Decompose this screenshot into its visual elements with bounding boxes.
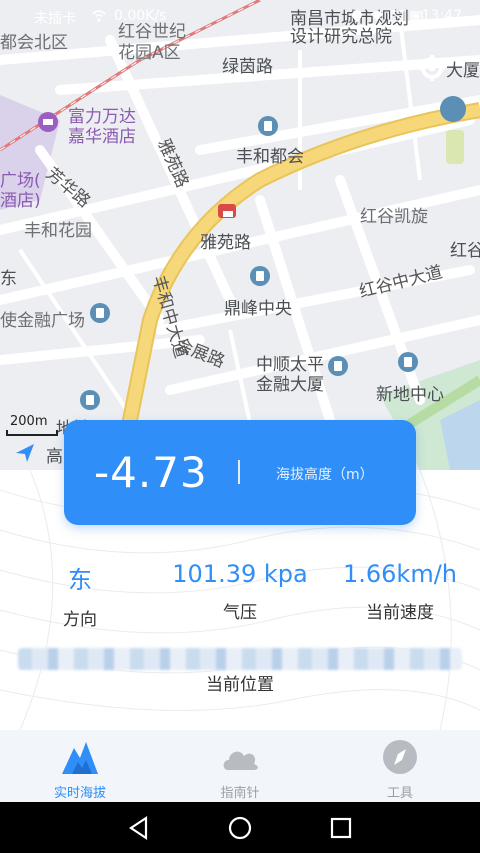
recents-icon[interactable] — [328, 815, 354, 841]
pressure-stat: 101.39 kpa 气压 — [160, 560, 320, 623]
building-icon — [250, 266, 270, 286]
map-label: 高 — [46, 447, 63, 467]
building-icon — [398, 352, 418, 372]
tab-label: 工具 — [386, 786, 413, 801]
speed-value: 1.66km/h — [342, 560, 457, 588]
map-label: 红谷 — [450, 241, 480, 261]
building-icon — [80, 390, 100, 410]
location-arrow-icon[interactable] — [14, 442, 36, 464]
map-label: 使金融广场 — [0, 311, 85, 331]
direction-stat: 东 方向 — [20, 560, 140, 630]
map-label: 丰和都会 — [236, 147, 304, 167]
cloud-icon — [223, 751, 258, 770]
road-label: 绿茵路 — [222, 57, 273, 77]
map-label: 新地中心 — [376, 385, 444, 405]
location-label: 当前位置 — [206, 675, 274, 695]
map-scale-label: 200m — [10, 414, 48, 429]
map-label: 大厦 — [446, 61, 480, 81]
map-label: 东 — [0, 269, 17, 289]
road-label: 雅苑路 — [200, 233, 251, 253]
building-icon — [258, 116, 278, 136]
altitude-label: 海拔高度（m） — [276, 467, 374, 483]
parking-icon — [218, 204, 236, 218]
location-address-blurred — [18, 648, 462, 670]
tab-realtime-altitude[interactable]: 实时海拔 — [0, 730, 160, 802]
speed-stat: 1.66km/h 当前速度 — [330, 560, 470, 623]
map-label: 金融大厦 — [256, 375, 324, 395]
location-pin-icon — [352, 10, 362, 22]
pressure-value: 101.39 kpa — [172, 560, 308, 588]
wifi-signal-icon — [371, 11, 383, 21]
building-icon — [90, 303, 110, 323]
wifi-icon — [92, 10, 106, 22]
mobile-signal-icon — [390, 10, 404, 22]
altitude-divider — [238, 460, 240, 484]
building-icon — [328, 356, 348, 376]
status-time: 13:47 — [421, 8, 462, 24]
status-bar: 未插卡 0.00K/s 13:47 — [0, 0, 480, 34]
pressure-label: 气压 — [223, 603, 257, 623]
map-label: 丰和花园 — [24, 221, 92, 241]
compass-icon — [383, 740, 417, 774]
map-label: 嘉华酒店 — [68, 127, 136, 147]
mountain-icon — [62, 742, 98, 774]
map-label: 鼎峰中央 — [224, 299, 292, 319]
gear-icon[interactable] — [418, 54, 446, 82]
map-view[interactable]: 都会北区 红谷世纪 花园A区 南昌市城市规划 设计研究总院 绿茵路 大厦 富力万… — [0, 0, 480, 470]
tab-label: 实时海拔 — [53, 786, 106, 801]
carrier-status: 未插卡 — [34, 11, 76, 27]
tab-tools[interactable]: 工具 — [320, 730, 480, 802]
map-scale-bar — [6, 430, 58, 436]
bottom-tab-bar: 实时海拔 指南针 工具 — [0, 730, 480, 802]
direction-label: 方向 — [63, 610, 97, 630]
direction-value: 东 — [68, 566, 92, 594]
home-icon[interactable] — [227, 815, 253, 841]
tab-label: 指南针 — [220, 786, 260, 801]
tab-compass[interactable]: 指南针 — [160, 730, 320, 802]
network-speed: 0.00K/s — [114, 8, 167, 24]
altitude-card: -4.73 海拔高度（m） — [64, 420, 416, 525]
back-icon[interactable] — [126, 815, 152, 841]
map-label: 红谷凯旋 — [360, 207, 428, 227]
speed-label: 当前速度 — [366, 603, 434, 623]
hotel-icon — [38, 112, 58, 132]
altitude-value: -4.73 — [94, 448, 208, 497]
system-nav-bar — [0, 802, 480, 853]
map-label: 花园A区 — [118, 43, 181, 63]
map-label: 酒店) — [0, 191, 41, 211]
